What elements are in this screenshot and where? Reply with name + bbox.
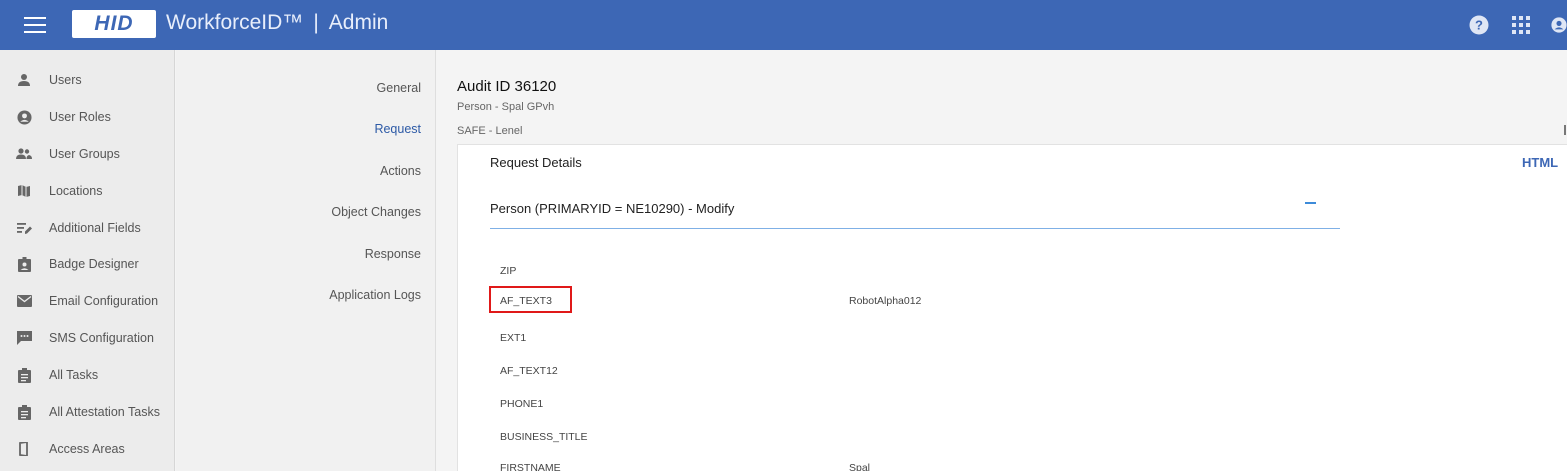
mail-icon (16, 293, 32, 309)
sidebar-item-label: Email Configuration (49, 294, 159, 308)
sidebar: Users User Roles User Groups Locations A… (0, 50, 175, 471)
sidebar-item-access-areas[interactable]: Access Areas (0, 434, 175, 464)
sidebar-item-additional-fields[interactable]: Additional Fields (0, 213, 175, 243)
tab-application-logs[interactable]: Application Logs (329, 288, 421, 302)
tab-object-changes[interactable]: Object Changes (331, 205, 421, 219)
clipboard-icon (16, 367, 32, 383)
tab-actions[interactable]: Actions (380, 164, 421, 178)
sidebar-item-label: User Groups (49, 147, 120, 161)
sidebar-item-label: Badge Designer (49, 257, 139, 271)
field-value: Spal (849, 462, 871, 471)
sidebar-item-label: User Roles (49, 110, 111, 124)
section-name: Admin (328, 11, 389, 34)
top-app-bar: HID WorkforceID™ | Admin ? (0, 0, 1567, 50)
person-icon (16, 72, 32, 88)
clipboard-icon (16, 404, 32, 420)
sidebar-item-sms-configuration[interactable]: SMS Configuration (0, 323, 175, 353)
sidebar-item-all-tasks[interactable]: All Tasks (0, 360, 175, 390)
menu-icon[interactable] (24, 17, 46, 33)
page-title: Audit ID 36120 (457, 78, 557, 95)
hid-logo: HID (72, 10, 156, 38)
field-row-zip: ZIP (490, 258, 790, 275)
audit-tab-nav: General Request Actions Object Changes R… (176, 50, 436, 471)
apps-grid-icon[interactable] (1509, 13, 1533, 37)
tab-request[interactable]: Request (374, 122, 421, 136)
product-name: WorkforceID™ (166, 11, 304, 34)
group-icon (16, 146, 32, 162)
section-divider (490, 228, 1340, 229)
field-row-firstname: FIRSTNAME Spal (490, 460, 990, 471)
sidebar-item-label: All Tasks (49, 368, 99, 382)
map-icon (16, 183, 32, 199)
account-icon[interactable] (1551, 13, 1567, 37)
help-icon[interactable]: ? (1467, 13, 1491, 37)
field-name: BUSINESS_TITLE (500, 431, 588, 443)
sidebar-item-user-groups[interactable]: User Groups (0, 139, 175, 169)
sidebar-item-label: Access Areas (49, 442, 125, 456)
title-separator: | (313, 11, 319, 34)
audit-system-subtitle: SAFE - Lenel (457, 125, 523, 137)
audit-header: Audit ID 36120 (457, 78, 556, 95)
field-name: PHONE1 (500, 398, 544, 410)
sidebar-item-label: Additional Fields (49, 221, 141, 235)
tab-response[interactable]: Response (365, 247, 421, 261)
field-name: EXT1 (500, 332, 527, 344)
minus-icon (1304, 202, 1316, 204)
html-view-link[interactable]: HTML (1522, 155, 1558, 170)
section-header: Person (PRIMARYID = NE10290) - Modify (490, 201, 735, 216)
field-name: AF_TEXT3 (500, 295, 552, 307)
sidebar-item-label: Users (49, 73, 82, 87)
audit-person-subtitle: Person - Spal GPvh (457, 101, 555, 113)
svg-text:?: ? (1475, 18, 1483, 33)
request-details-panel (457, 144, 1567, 471)
sidebar-item-label: Locations (49, 184, 103, 198)
tab-general[interactable]: General (377, 81, 421, 95)
app-title: WorkforceID™ | Admin (166, 11, 388, 35)
sidebar-item-label: All Attestation Tasks (49, 405, 160, 419)
badge-icon (16, 256, 32, 272)
sidebar-item-users[interactable]: Users (0, 65, 175, 95)
sidebar-item-email-configuration[interactable]: Email Configuration (0, 286, 175, 316)
edge-marker (1564, 125, 1566, 135)
sidebar-item-locations[interactable]: Locations (0, 176, 175, 206)
sidebar-item-badge-designer[interactable]: Badge Designer (0, 249, 175, 279)
sms-icon (16, 330, 32, 346)
sidebar-item-label: SMS Configuration (49, 331, 154, 345)
account-circle-icon (16, 109, 32, 125)
request-details-title: Request Details (490, 155, 582, 170)
sidebar-item-all-attestation-tasks[interactable]: All Attestation Tasks (0, 397, 175, 427)
door-icon (16, 441, 32, 457)
edit-note-icon (16, 220, 32, 236)
collapse-button[interactable] (1303, 196, 1317, 210)
field-name: FIRSTNAME (500, 462, 561, 471)
field-name: AF_TEXT12 (500, 365, 558, 377)
field-name: ZIP (500, 265, 517, 275)
sidebar-item-user-roles[interactable]: User Roles (0, 102, 175, 132)
field-value: RobotAlpha012 (849, 295, 922, 307)
